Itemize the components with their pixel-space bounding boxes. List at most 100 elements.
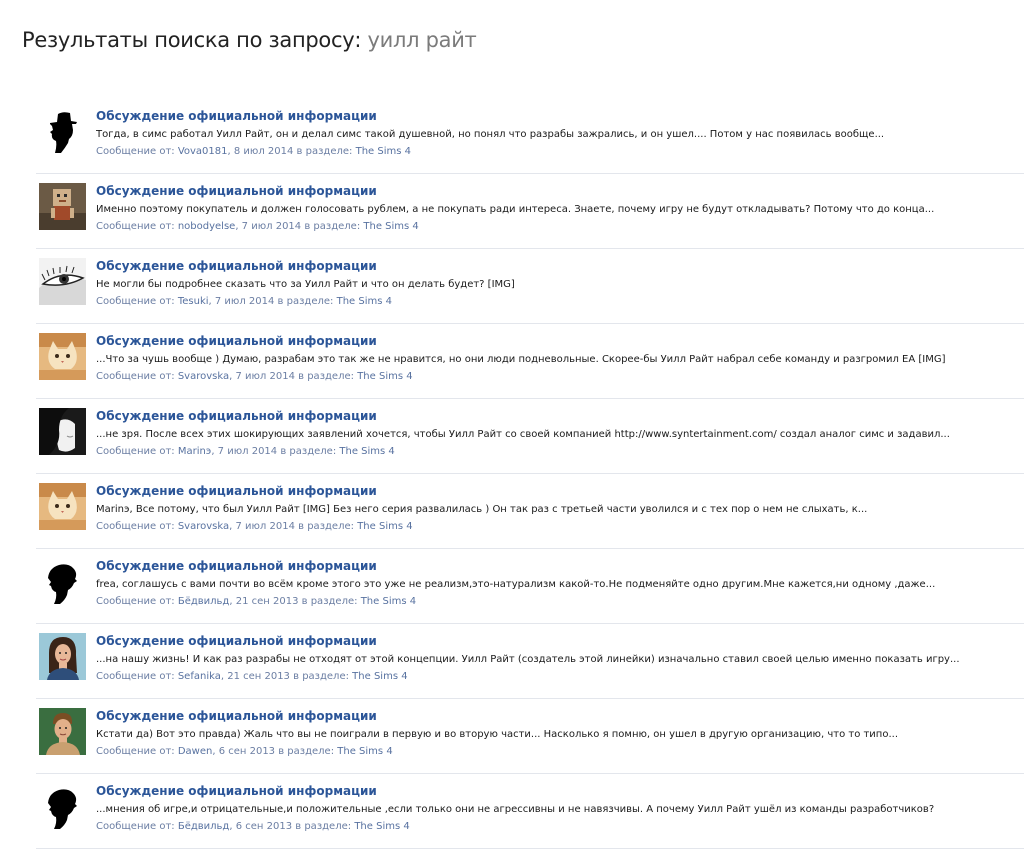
posted-by-label: Сообщение от: (96, 671, 175, 682)
avatar[interactable] (39, 408, 86, 455)
section-label: в разделе: (298, 521, 354, 532)
section-link[interactable]: The Sims 4 (352, 671, 407, 682)
post-date: 21 сен 2013 (235, 596, 299, 607)
post-date: 7 июл 2014 (235, 521, 295, 532)
search-result-item: Обсуждение официальной информации ...мнен… (36, 774, 1024, 849)
posted-by-label: Сообщение от: (96, 371, 175, 382)
section-label: в разделе: (293, 671, 349, 682)
section-link[interactable]: The Sims 4 (363, 221, 418, 232)
result-title-link[interactable]: Обсуждение официальной информации (96, 108, 377, 124)
result-snippet: Не могли бы подробнее сказать что за Уил… (96, 279, 515, 290)
author-link[interactable]: Бёдвильд (178, 596, 230, 607)
result-snippet: frea, соглашусь с вами почти во всём кро… (96, 579, 936, 590)
search-result-item: Обсуждение официальной информации Именно … (36, 174, 1024, 249)
post-date: 21 сен 2013 (227, 671, 290, 682)
search-result-item: Обсуждение официальной информации ...Что … (36, 324, 1024, 399)
search-result-item: Обсуждение официальной информации Тогда, … (36, 99, 1024, 174)
post-date: 7 июл 2014 (217, 446, 278, 457)
author-link[interactable]: Бёдвильд (178, 821, 230, 832)
section-link[interactable]: The Sims 4 (356, 146, 411, 157)
section-label: в разделе: (296, 146, 353, 157)
search-result-item: Обсуждение официальной информации ...не з… (36, 399, 1024, 474)
post-date: 7 июл 2014 (241, 221, 302, 232)
author-link[interactable]: Dawen (178, 746, 213, 757)
result-title-link[interactable]: Обсуждение официальной информации (96, 633, 377, 649)
result-snippet: ...на нашу жизнь! И как раз разрабы не о… (96, 654, 960, 665)
posted-by-label: Сообщение от: (96, 221, 175, 232)
result-snippet: Marinэ, Все потому, что был Уилл Райт [I… (96, 504, 868, 515)
avatar[interactable] (39, 483, 86, 530)
result-snippet: Кстати да) Вот это правда) Жаль что вы н… (96, 729, 899, 740)
section-link[interactable]: The Sims 4 (357, 521, 412, 532)
section-link[interactable]: The Sims 4 (337, 296, 392, 307)
result-title-link[interactable]: Обсуждение официальной информации (96, 258, 377, 274)
avatar[interactable] (39, 558, 86, 605)
search-results-list: Обсуждение официальной информации Тогда, … (36, 99, 1024, 849)
section-link[interactable]: The Sims 4 (357, 371, 412, 382)
result-meta: Сообщение от: Dawen, 6 сен 2013 в раздел… (96, 746, 393, 757)
posted-by-label: Сообщение от: (96, 821, 175, 832)
section-label: в разделе: (301, 596, 358, 607)
posted-by-label: Сообщение от: (96, 146, 175, 157)
author-link[interactable]: Svarovska (178, 521, 229, 532)
search-result-item: Обсуждение официальной информации Не могл… (36, 249, 1024, 324)
section-link[interactable]: The Sims 4 (339, 446, 394, 457)
posted-by-label: Сообщение от: (96, 296, 175, 307)
post-date: 6 сен 2013 (218, 746, 276, 757)
result-meta: Сообщение от: Tesuki, 7 июл 2014 в разде… (96, 296, 392, 307)
posted-by-label: Сообщение от: (96, 596, 175, 607)
section-label: в разделе: (304, 221, 361, 232)
result-meta: Сообщение от: Бёдвильд, 21 сен 2013 в ра… (96, 596, 417, 607)
search-result-item: Обсуждение официальной информации ...на н… (36, 624, 1024, 699)
result-meta: Сообщение от: Svarovska, 7 июл 2014 в ра… (96, 521, 413, 532)
author-link[interactable]: Marinэ (178, 446, 211, 457)
author-link[interactable]: Svarovska (178, 371, 229, 382)
search-results-heading: Результаты поиска по запросу: (22, 28, 362, 52)
result-title-link[interactable]: Обсуждение официальной информации (96, 183, 377, 199)
avatar[interactable] (39, 108, 86, 155)
result-meta: Сообщение от: Бёдвильд, 6 сен 2013 в раз… (96, 821, 410, 832)
section-label: в разделе: (278, 746, 335, 757)
result-title-link[interactable]: Обсуждение официальной информации (96, 783, 377, 799)
result-title-link[interactable]: Обсуждение официальной информации (96, 333, 377, 349)
author-link[interactable]: Tesuki (178, 296, 209, 307)
search-result-item: Обсуждение официальной информации Marinэ,… (36, 474, 1024, 549)
post-date: 7 июл 2014 (235, 371, 295, 382)
author-link[interactable]: Sefanika (178, 671, 221, 682)
section-link[interactable]: The Sims 4 (337, 746, 392, 757)
search-result-item: Обсуждение официальной информации frea, с… (36, 549, 1024, 624)
result-snippet: ...Что за чушь вообще ) Думаю, разрабам … (96, 354, 946, 365)
result-snippet: ...не зря. После всех этих шокирующих за… (96, 429, 950, 440)
section-link[interactable]: The Sims 4 (361, 596, 416, 607)
author-link[interactable]: Vova0181 (178, 146, 228, 157)
section-link[interactable]: The Sims 4 (354, 821, 409, 832)
section-label: в разделе: (295, 821, 352, 832)
section-label: в разделе: (277, 296, 334, 307)
posted-by-label: Сообщение от: (96, 521, 175, 532)
post-date: 8 июл 2014 (233, 146, 294, 157)
avatar[interactable] (39, 258, 86, 305)
result-title-link[interactable]: Обсуждение официальной информации (96, 483, 377, 499)
posted-by-label: Сообщение от: (96, 746, 175, 757)
avatar[interactable] (39, 783, 86, 830)
search-result-item: Обсуждение официальной информации Кстати … (36, 699, 1024, 774)
avatar[interactable] (39, 183, 86, 230)
avatar[interactable] (39, 708, 86, 755)
post-date: 6 сен 2013 (235, 821, 293, 832)
result-title-link[interactable]: Обсуждение официальной информации (96, 558, 377, 574)
result-title-link[interactable]: Обсуждение официальной информации (96, 708, 377, 724)
avatar[interactable] (39, 333, 86, 380)
result-snippet: ...мнения об игре,и отрицательные,и поло… (96, 804, 935, 815)
avatar[interactable] (39, 633, 86, 680)
result-meta: Сообщение от: nobodyelse, 7 июл 2014 в р… (96, 221, 419, 232)
section-label: в разделе: (298, 371, 354, 382)
post-date: 7 июл 2014 (214, 296, 275, 307)
result-meta: Сообщение от: Marinэ, 7 июл 2014 в разде… (96, 446, 395, 457)
posted-by-label: Сообщение от: (96, 446, 175, 457)
author-link[interactable]: nobodyelse (178, 221, 235, 232)
page-title: Результаты поиска по запросу: уилл райт (22, 26, 477, 54)
search-query: уилл райт (367, 28, 477, 52)
result-title-link[interactable]: Обсуждение официальной информации (96, 408, 377, 424)
result-snippet: Именно поэтому покупатель и должен голос… (96, 204, 935, 215)
result-meta: Сообщение от: Svarovska, 7 июл 2014 в ра… (96, 371, 413, 382)
